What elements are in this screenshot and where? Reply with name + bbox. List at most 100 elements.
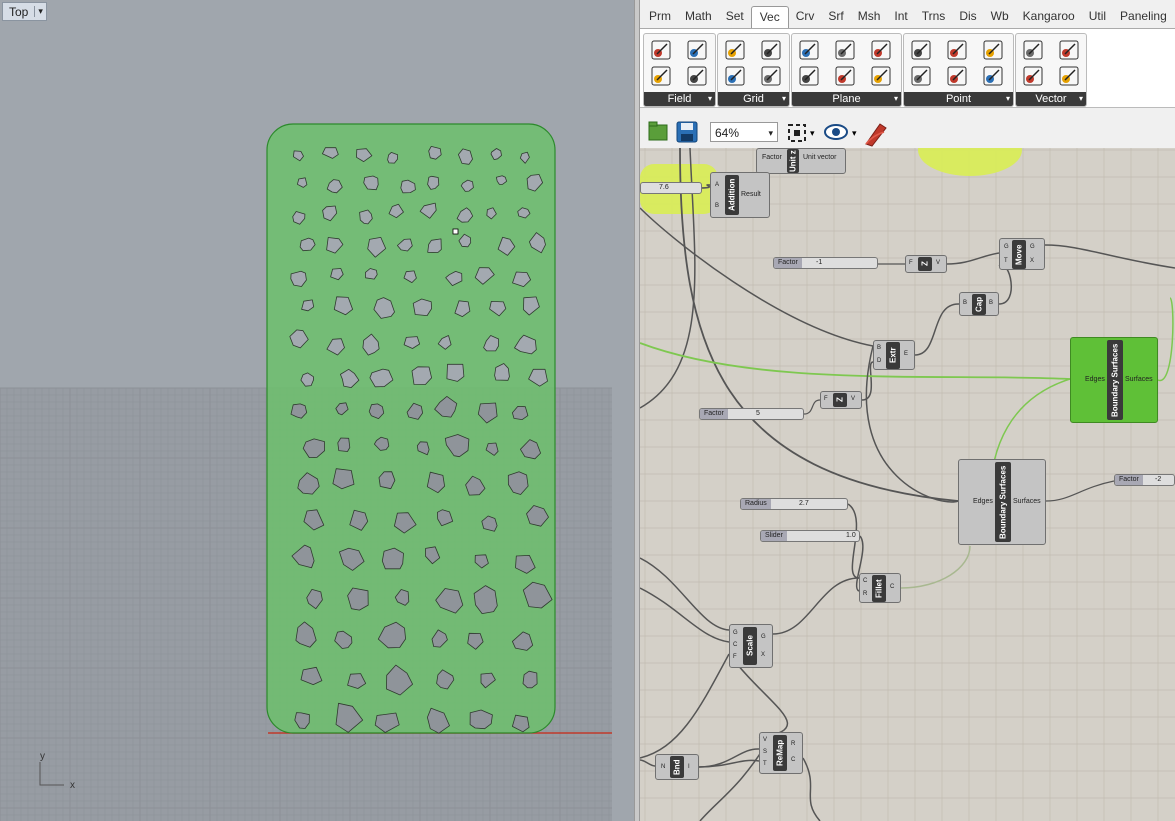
- input-factor[interactable]: Factor: [762, 154, 782, 161]
- input-factor[interactable]: F: [909, 260, 913, 266]
- boundary-surfaces-selected[interactable]: Edges Boundary Surfaces Surfaces: [1070, 337, 1158, 423]
- number-slider-factor-1[interactable]: Factor -1: [773, 257, 878, 269]
- plane-xz-icon[interactable]: [833, 64, 857, 88]
- output-interval[interactable]: I: [688, 764, 690, 770]
- vector-display-icon[interactable]: [1057, 64, 1081, 88]
- tab-math[interactable]: Math: [678, 9, 719, 28]
- fillet-component[interactable]: C R Fillet C: [859, 573, 901, 603]
- input-curve[interactable]: C: [863, 578, 867, 584]
- input-factor[interactable]: F: [733, 654, 737, 660]
- number-slider-factor-2[interactable]: Factor 5: [699, 408, 804, 420]
- output-transform[interactable]: X: [1030, 258, 1034, 264]
- plane-origin-icon[interactable]: [797, 38, 821, 62]
- number-slider-factor-3[interactable]: Factor -2: [1114, 474, 1175, 486]
- tab-int[interactable]: Int: [887, 9, 914, 28]
- input-geometry[interactable]: G: [1004, 244, 1009, 250]
- addition-component[interactable]: A B Addition Result: [710, 172, 770, 218]
- input-brep[interactable]: B: [963, 300, 967, 306]
- output-brep[interactable]: B: [989, 300, 993, 306]
- field-line-icon[interactable]: [649, 38, 673, 62]
- output-unit-vector[interactable]: Unit vector: [803, 154, 836, 161]
- bounds-component[interactable]: N Bnd I: [655, 754, 699, 780]
- output-remapped[interactable]: R: [791, 741, 795, 747]
- plane-align-icon[interactable]: [869, 38, 893, 62]
- panel-expand-arrow-icon[interactable]: ▾: [894, 92, 898, 106]
- output-surfaces[interactable]: Surfaces: [1125, 376, 1153, 383]
- preview-mode-icon[interactable]: ▾: [824, 124, 857, 140]
- output-vector[interactable]: V: [936, 260, 940, 266]
- input-center[interactable]: C: [733, 642, 737, 648]
- viewport-canvas[interactable]: yx: [0, 0, 634, 821]
- sketch-tool-icon[interactable]: [865, 123, 887, 147]
- distance-icon[interactable]: [909, 64, 933, 88]
- plane-xy-icon[interactable]: [797, 64, 821, 88]
- unit-z-component[interactable]: Factor Unit z Unit vector: [756, 148, 846, 174]
- radial-grid-icon[interactable]: [759, 64, 783, 88]
- ribbon-panel-caption[interactable]: Plane ▾: [792, 92, 901, 106]
- tab-prm[interactable]: Prm: [642, 9, 678, 28]
- output-curve[interactable]: C: [890, 584, 894, 590]
- deconstruct-point-icon[interactable]: [945, 64, 969, 88]
- panel-expand-arrow-icon[interactable]: ▾: [708, 92, 712, 106]
- remap-component[interactable]: V S T ReMap R C: [759, 732, 803, 774]
- tab-srf[interactable]: Srf: [821, 9, 850, 28]
- rect-grid-icon[interactable]: [723, 38, 747, 62]
- input-edges[interactable]: Edges: [973, 498, 993, 505]
- output-surfaces[interactable]: Surfaces: [1013, 498, 1041, 505]
- component-group[interactable]: [918, 148, 1022, 176]
- tab-msh[interactable]: Msh: [851, 9, 888, 28]
- save-file-icon[interactable]: [676, 121, 698, 143]
- viewport-label[interactable]: Top ▾: [2, 2, 47, 21]
- grasshopper-canvas[interactable]: 7.6 Factor -1 Factor 5 Factor -2 Radius …: [640, 148, 1175, 821]
- plane-rotate-icon[interactable]: [869, 64, 893, 88]
- deconstruct-vector-icon[interactable]: [1057, 38, 1081, 62]
- input-target[interactable]: T: [763, 761, 767, 767]
- input-radius[interactable]: R: [863, 591, 867, 597]
- input-edges[interactable]: Edges: [1085, 376, 1105, 383]
- phone-case-voronoi[interactable]: [266, 123, 556, 734]
- ribbon-panel-caption[interactable]: Point ▾: [904, 92, 1013, 106]
- input-value[interactable]: V: [763, 737, 767, 743]
- input-source[interactable]: S: [763, 749, 767, 755]
- input-direction[interactable]: D: [877, 358, 881, 364]
- point-polar-icon[interactable]: [981, 64, 1005, 88]
- output-extrusion[interactable]: E: [904, 351, 908, 357]
- panel-expand-arrow-icon[interactable]: ▾: [782, 92, 786, 106]
- ribbon-panel-caption[interactable]: Vector ▾: [1016, 92, 1086, 106]
- unit-z-component-2[interactable]: F Z V: [820, 391, 862, 409]
- field-magnet-icon[interactable]: [685, 64, 709, 88]
- tab-kangaroo[interactable]: Kangaroo: [1016, 9, 1082, 28]
- tab-crv[interactable]: Crv: [789, 9, 822, 28]
- input-base[interactable]: B: [877, 345, 881, 351]
- input-a[interactable]: A: [715, 182, 719, 188]
- closest-point-icon[interactable]: [945, 38, 969, 62]
- boundary-surfaces[interactable]: Edges Boundary Surfaces Surfaces: [958, 459, 1046, 545]
- viewport-menu-arrow-icon[interactable]: ▾: [34, 6, 46, 17]
- ribbon-panel-caption[interactable]: Grid ▾: [718, 92, 789, 106]
- viewport-name[interactable]: Top: [3, 5, 34, 19]
- zoom-extents-icon[interactable]: ▾: [788, 124, 815, 142]
- tab-wb[interactable]: Wb: [984, 9, 1016, 28]
- plane-angle-icon[interactable]: [833, 38, 857, 62]
- rhino-top-viewport[interactable]: yx Top ▾: [0, 0, 634, 821]
- number-slider-top[interactable]: 7.6: [640, 182, 702, 194]
- square-grid-icon[interactable]: [759, 38, 783, 62]
- tab-paneling[interactable]: Paneling: [1113, 9, 1174, 28]
- input-factor[interactable]: F: [824, 396, 828, 402]
- scale-component[interactable]: G C F Scale G X: [729, 624, 773, 668]
- ribbon-panel-caption[interactable]: Field ▾: [644, 92, 715, 106]
- panel-expand-arrow-icon[interactable]: ▾: [1079, 92, 1083, 106]
- number-slider-slider[interactable]: Slider 1.0: [760, 530, 860, 542]
- input-geometry[interactable]: G: [733, 630, 738, 636]
- input-translation[interactable]: T: [1004, 258, 1008, 264]
- output-vector[interactable]: V: [851, 396, 855, 402]
- move-component[interactable]: G T Move G X: [999, 238, 1045, 270]
- unit-z-component-1[interactable]: F Z V: [905, 255, 947, 273]
- tab-trns[interactable]: Trns: [915, 9, 953, 28]
- number-slider-radius[interactable]: Radius 2.7: [740, 498, 848, 510]
- output-geometry[interactable]: G: [761, 634, 766, 640]
- zoom-dropdown-arrow-icon[interactable]: ▾: [768, 123, 773, 143]
- tab-dis[interactable]: Dis: [952, 9, 983, 28]
- hex-grid-icon[interactable]: [723, 64, 747, 88]
- field-point-icon[interactable]: [685, 38, 709, 62]
